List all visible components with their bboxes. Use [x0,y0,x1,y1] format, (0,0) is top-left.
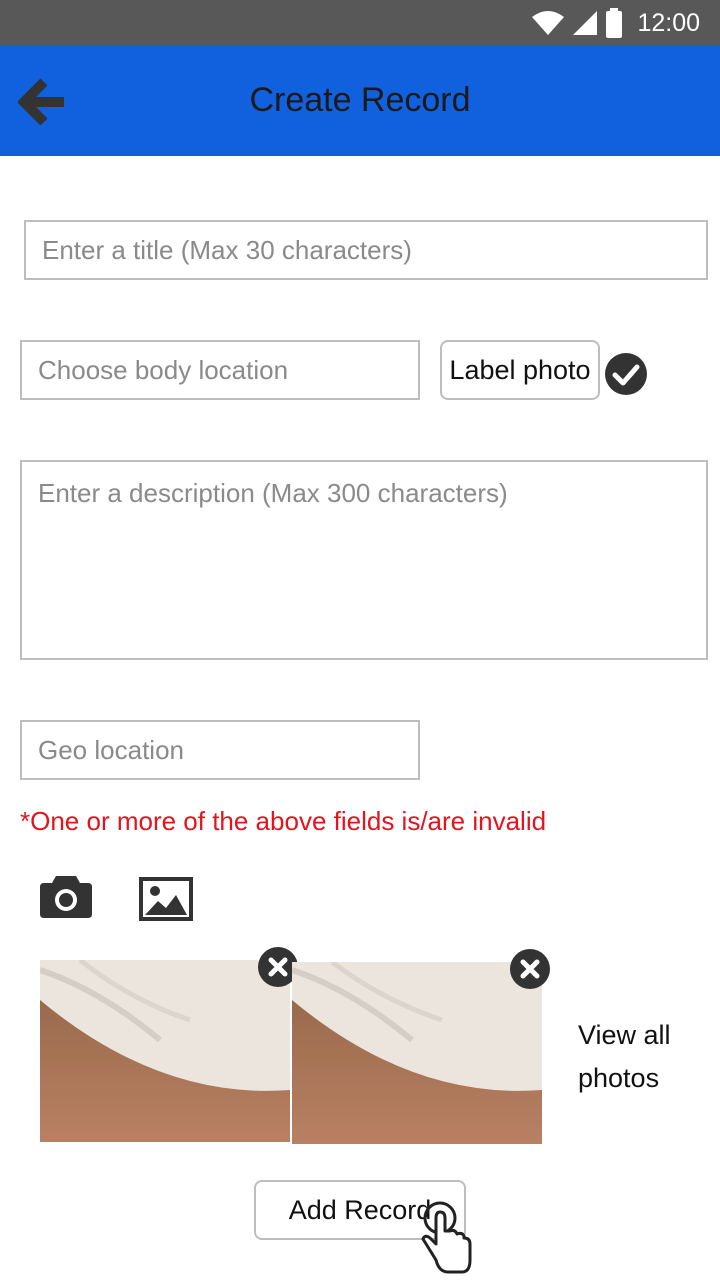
status-bar: 12:00 [0,0,720,46]
photo-thumbnail[interactable] [40,960,290,1142]
app-bar: Create Record [0,46,720,156]
battery-icon [606,8,623,38]
title-input[interactable] [24,220,708,280]
back-button[interactable] [16,78,70,126]
label-photo-button[interactable]: Label photo [440,340,600,400]
view-all-photos-link[interactable]: View all photos [578,1014,698,1100]
status-time: 12:00 [637,8,700,37]
hand-pointer-icon [421,1201,472,1274]
wifi-icon [532,11,565,35]
arrow-left-icon [16,78,64,126]
photo-image [292,962,542,1144]
page-title: Create Record [249,81,471,119]
check-circle-icon [605,353,647,395]
geo-location-input[interactable] [20,720,420,780]
signal-icon [573,11,598,35]
photo-thumbnail[interactable] [292,962,542,1144]
photo-image [40,960,290,1142]
description-input[interactable] [20,460,708,660]
validation-error: *One or more of the above fields is/are … [20,806,547,836]
close-circle-icon[interactable] [509,948,551,990]
body-location-input[interactable] [20,340,420,400]
status-icons: 12:00 [531,0,700,46]
camera-icon[interactable] [38,872,94,920]
image-icon[interactable] [138,876,194,922]
